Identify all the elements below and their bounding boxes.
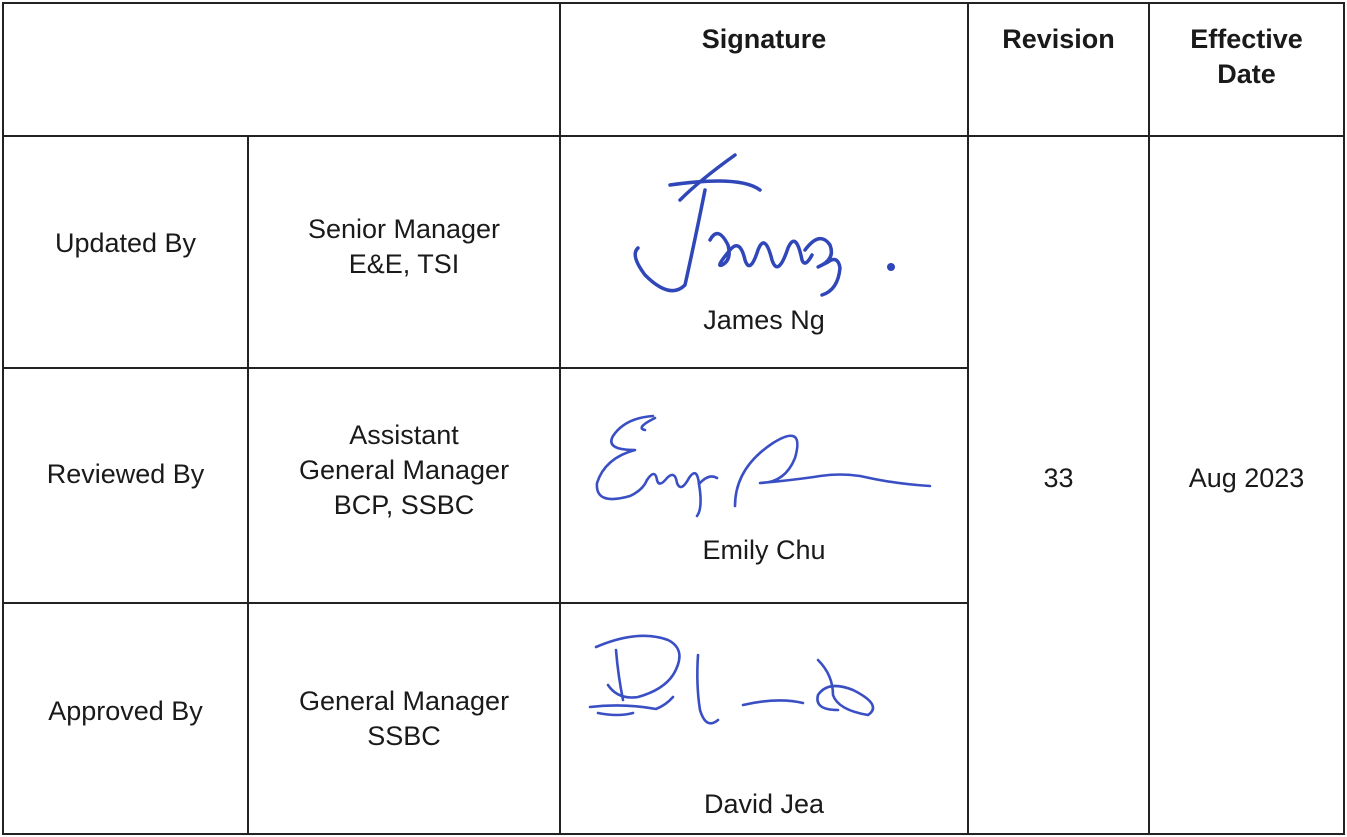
col-divider-3 xyxy=(967,2,969,835)
signature-james-ng xyxy=(633,153,895,297)
col-divider-4 xyxy=(1148,2,1150,835)
row-divider-2 xyxy=(2,602,968,604)
signatory-name-approved: David Jea xyxy=(703,789,825,819)
row-role-updated: Updated By xyxy=(54,228,197,258)
row-title-updated: Senior Manager E&E, TSI xyxy=(307,214,501,280)
signature-emily-chu xyxy=(595,414,932,518)
header-divider xyxy=(2,135,1345,137)
signatory-name-reviewed: Emily Chu xyxy=(702,535,826,565)
header-revision: Revision xyxy=(1002,24,1115,54)
row-title-approved: General Manager SSBC xyxy=(298,686,510,752)
col-divider-2 xyxy=(559,2,561,835)
effective-date-value: Aug 2023 xyxy=(1188,463,1305,493)
row-title-reviewed: Assistant General Manager BCP, SSBC xyxy=(298,420,510,521)
signature-david-jea xyxy=(588,634,875,725)
table-border-bottom xyxy=(2,833,1345,835)
table-border-right xyxy=(1343,2,1345,835)
row-role-reviewed: Reviewed By xyxy=(46,459,205,489)
row-role-approved: Approved By xyxy=(48,696,203,726)
table-border-top xyxy=(2,2,1345,4)
row-divider-1 xyxy=(2,367,968,369)
revision-value: 33 xyxy=(1043,463,1074,493)
header-effective-date: Effective Date xyxy=(1190,24,1303,90)
header-signature: Signature xyxy=(701,24,827,54)
